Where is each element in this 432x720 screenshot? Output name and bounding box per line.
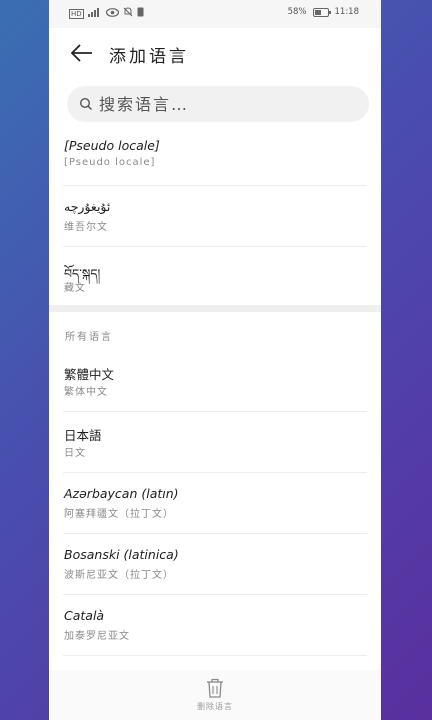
language-translation: 波斯尼亚文（拉丁文）: [64, 570, 174, 581]
signal-icon: [87, 7, 102, 20]
list-item[interactable]: བོད་སྐད། 藏文: [63, 247, 367, 307]
delete-language-label: 删除语言: [197, 702, 233, 711]
list-item[interactable]: Azərbaycan (latın) 阿塞拜疆文（拉丁文）: [63, 473, 367, 534]
list-item[interactable]: ئۇيغۇرچە 维吾尔文: [63, 186, 367, 247]
language-translation: [Pseudo locale]: [64, 157, 156, 168]
language-name: [Pseudo locale]: [64, 138, 160, 153]
eye-icon: [105, 7, 119, 20]
language-translation: 日文: [64, 448, 86, 459]
language-translation: 加泰罗尼亚文: [64, 631, 130, 642]
status-bar: HD 58% 11:18: [49, 0, 381, 28]
language-name: 繁體中文: [64, 367, 115, 382]
language-name: Bosanski (latinica): [64, 547, 179, 562]
search-input[interactable]: [97, 93, 361, 115]
sim-icon: [137, 7, 144, 20]
suggested-languages-list: [Pseudo locale] [Pseudo locale] ئۇيغۇرچە…: [49, 125, 381, 307]
list-item[interactable]: [Pseudo locale] [Pseudo locale]: [63, 125, 367, 186]
all-languages-list: 繁體中文 繁体中文 日本語 日文 Azərbaycan (latın) 阿塞拜疆…: [49, 351, 381, 656]
phone-screen: HD 58% 11:18 添加语言 搜索语言… [Pseudo locale] …: [49, 0, 381, 720]
list-item[interactable]: Català 加泰罗尼亚文: [63, 595, 367, 656]
list-item[interactable]: Bosanski (latinica) 波斯尼亚文（拉丁文）: [63, 534, 367, 595]
status-icons-right: 58% 11:18: [288, 7, 359, 17]
language-name: ئۇيغۇرچە: [64, 199, 111, 214]
list-item[interactable]: 繁體中文 繁体中文: [63, 351, 367, 412]
search-icon: [79, 97, 92, 110]
language-translation: 阿塞拜疆文（拉丁文）: [64, 509, 174, 520]
language-name: Català: [64, 608, 105, 623]
arrow-left-icon: [70, 44, 92, 62]
battery-fill: [314, 9, 322, 15]
hd-icon: HD: [69, 8, 84, 19]
language-name: 日本語: [64, 428, 102, 443]
mute-icon: [123, 7, 133, 20]
status-icons-left: HD: [69, 7, 144, 20]
page-title: 添加语言: [109, 47, 189, 67]
section-header-all-languages: 所有语言: [65, 332, 113, 343]
language-name: Azərbaycan (latın): [64, 486, 179, 501]
language-translation: 藏文: [64, 283, 86, 294]
list-item[interactable]: 日本語 日文: [63, 412, 367, 473]
clock: 11:18: [334, 7, 360, 17]
language-translation: 繁体中文: [64, 387, 108, 398]
section-divider: [49, 305, 381, 312]
battery-icon: [312, 7, 331, 17]
delete-language-button[interactable]: 删除语言: [49, 670, 381, 720]
battery-percent: 58%: [287, 7, 307, 17]
search-bar[interactable]: [67, 86, 369, 122]
trash-icon: [207, 678, 223, 698]
header: 添加语言: [49, 28, 381, 76]
language-translation: 维吾尔文: [64, 222, 108, 233]
back-button[interactable]: [67, 40, 97, 66]
